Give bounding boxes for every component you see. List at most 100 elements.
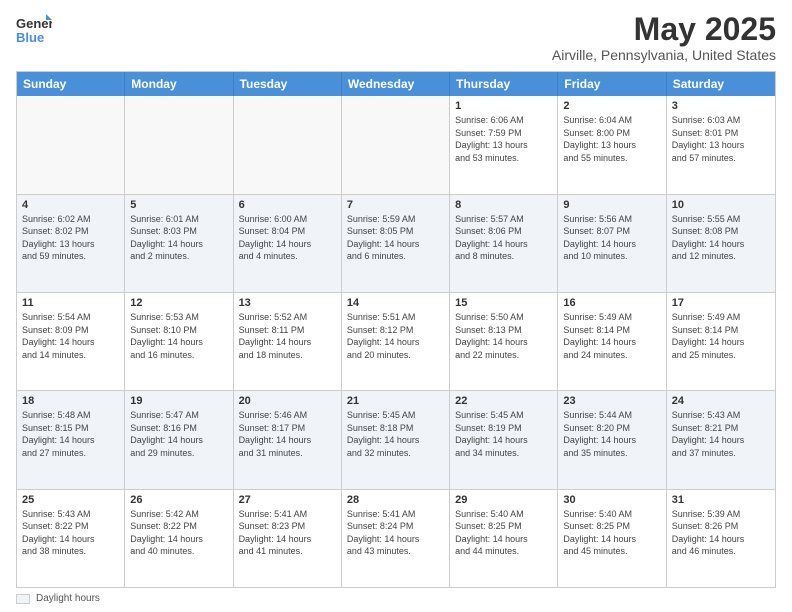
cal-cell: 29 Sunrise: 5:40 AMSunset: 8:25 PMDayligh… (450, 490, 558, 587)
cal-week-row: 25 Sunrise: 5:43 AMSunset: 8:22 PMDayligh… (17, 490, 775, 587)
day-info: Sunrise: 5:46 AMSunset: 8:17 PMDaylight:… (239, 409, 336, 459)
day-info: Sunrise: 6:06 AMSunset: 7:59 PMDaylight:… (455, 114, 552, 164)
cal-header-day: Saturday (667, 72, 775, 96)
day-info: Sunrise: 5:45 AMSunset: 8:19 PMDaylight:… (455, 409, 552, 459)
day-info: Sunrise: 5:53 AMSunset: 8:10 PMDaylight:… (130, 311, 227, 361)
day-number: 16 (563, 297, 660, 309)
day-number: 19 (130, 395, 227, 407)
cal-header-day: Sunday (17, 72, 125, 96)
cal-cell: 12 Sunrise: 5:53 AMSunset: 8:10 PMDayligh… (125, 293, 233, 390)
cal-cell: 5 Sunrise: 6:01 AMSunset: 8:03 PMDaylight… (125, 195, 233, 292)
day-number: 12 (130, 297, 227, 309)
day-number: 8 (455, 199, 552, 211)
day-number: 25 (22, 494, 119, 506)
svg-text:Blue: Blue (16, 30, 44, 45)
title-area: May 2025 Airville, Pennsylvania, United … (552, 12, 776, 63)
logo-icon: General Blue (16, 12, 52, 48)
day-info: Sunrise: 5:49 AMSunset: 8:14 PMDaylight:… (563, 311, 660, 361)
cal-cell: 11Sunrise: 5:54 AMSunset: 8:09 PMDayligh… (17, 293, 125, 390)
cal-cell: 13 Sunrise: 5:52 AMSunset: 8:11 PMDayligh… (234, 293, 342, 390)
day-number: 29 (455, 494, 552, 506)
cal-cell: 27Sunrise: 5:41 AMSunset: 8:23 PMDayligh… (234, 490, 342, 587)
day-number: 24 (672, 395, 770, 407)
main-title: May 2025 (552, 12, 776, 47)
cal-cell: 8 Sunrise: 5:57 AMSunset: 8:06 PMDaylight… (450, 195, 558, 292)
day-info: Sunrise: 5:42 AMSunset: 8:22 PMDaylight:… (130, 508, 227, 558)
day-info: Sunrise: 6:00 AMSunset: 8:04 PMDaylight:… (239, 213, 336, 263)
cal-week-row: 1Sunrise: 6:06 AMSunset: 7:59 PMDaylight… (17, 96, 775, 194)
day-number: 20 (239, 395, 336, 407)
subtitle: Airville, Pennsylvania, United States (552, 47, 776, 63)
cal-cell: 19 Sunrise: 5:47 AMSunset: 8:16 PMDayligh… (125, 391, 233, 488)
day-number: 14 (347, 297, 444, 309)
day-info: Sunrise: 5:49 AMSunset: 8:14 PMDaylight:… (672, 311, 770, 361)
cal-cell: 24 Sunrise: 5:43 AMSunset: 8:21 PMDayligh… (667, 391, 775, 488)
cal-cell: 7Sunrise: 5:59 AMSunset: 8:05 PMDaylight… (342, 195, 450, 292)
cal-cell: 30 Sunrise: 5:40 AMSunset: 8:25 PMDayligh… (558, 490, 666, 587)
day-number: 7 (347, 199, 444, 211)
cal-cell: 31 Sunrise: 5:39 AMSunset: 8:26 PMDayligh… (667, 490, 775, 587)
day-info: Sunrise: 5:56 AMSunset: 8:07 PMDaylight:… (563, 213, 660, 263)
day-number: 22 (455, 395, 552, 407)
cal-cell: 22 Sunrise: 5:45 AMSunset: 8:19 PMDayligh… (450, 391, 558, 488)
day-number: 2 (563, 100, 660, 112)
cal-header-day: Tuesday (234, 72, 342, 96)
day-number: 23 (563, 395, 660, 407)
day-info: Sunrise: 5:41 AMSunset: 8:23 PMDaylight:… (239, 508, 336, 558)
legend-label: Daylight hours (36, 593, 100, 604)
day-number: 6 (239, 199, 336, 211)
day-number: 30 (563, 494, 660, 506)
day-info: Sunrise: 5:40 AMSunset: 8:25 PMDaylight:… (563, 508, 660, 558)
day-info: Sunrise: 5:45 AMSunset: 8:18 PMDaylight:… (347, 409, 444, 459)
cal-header-day: Monday (125, 72, 233, 96)
day-number: 31 (672, 494, 770, 506)
calendar-header: SundayMondayTuesdayWednesdayThursdayFrid… (17, 72, 775, 96)
cal-week-row: 18 Sunrise: 5:48 AMSunset: 8:15 PMDayligh… (17, 391, 775, 489)
day-number: 13 (239, 297, 336, 309)
day-info: Sunrise: 5:44 AMSunset: 8:20 PMDaylight:… (563, 409, 660, 459)
day-number: 18 (22, 395, 119, 407)
day-number: 5 (130, 199, 227, 211)
day-number: 28 (347, 494, 444, 506)
day-info: Sunrise: 5:57 AMSunset: 8:06 PMDaylight:… (455, 213, 552, 263)
cal-cell-empty (17, 96, 125, 193)
day-info: Sunrise: 5:47 AMSunset: 8:16 PMDaylight:… (130, 409, 227, 459)
day-info: Sunrise: 6:01 AMSunset: 8:03 PMDaylight:… (130, 213, 227, 263)
cal-header-day: Friday (558, 72, 666, 96)
cal-cell: 28 Sunrise: 5:41 AMSunset: 8:24 PMDayligh… (342, 490, 450, 587)
cal-week-row: 4Sunrise: 6:02 AMSunset: 8:02 PMDaylight… (17, 195, 775, 293)
cal-week-row: 11Sunrise: 5:54 AMSunset: 8:09 PMDayligh… (17, 293, 775, 391)
day-info: Sunrise: 5:43 AMSunset: 8:21 PMDaylight:… (672, 409, 770, 459)
cal-cell: 6 Sunrise: 6:00 AMSunset: 8:04 PMDaylight… (234, 195, 342, 292)
day-info: Sunrise: 5:43 AMSunset: 8:22 PMDaylight:… (22, 508, 119, 558)
day-info: Sunrise: 5:52 AMSunset: 8:11 PMDaylight:… (239, 311, 336, 361)
day-number: 17 (672, 297, 770, 309)
page: General Blue May 2025 Airville, Pennsylv… (0, 0, 792, 612)
day-info: Sunrise: 5:39 AMSunset: 8:26 PMDaylight:… (672, 508, 770, 558)
day-number: 4 (22, 199, 119, 211)
footer: Daylight hours (16, 593, 776, 604)
day-info: Sunrise: 5:41 AMSunset: 8:24 PMDaylight:… (347, 508, 444, 558)
cal-cell: 15Sunrise: 5:50 AMSunset: 8:13 PMDayligh… (450, 293, 558, 390)
day-number: 9 (563, 199, 660, 211)
day-info: Sunrise: 5:50 AMSunset: 8:13 PMDaylight:… (455, 311, 552, 361)
cal-cell: 20 Sunrise: 5:46 AMSunset: 8:17 PMDayligh… (234, 391, 342, 488)
cal-cell: 1Sunrise: 6:06 AMSunset: 7:59 PMDaylight… (450, 96, 558, 193)
cal-cell: 2Sunrise: 6:04 AMSunset: 8:00 PMDaylight… (558, 96, 666, 193)
day-info: Sunrise: 5:40 AMSunset: 8:25 PMDaylight:… (455, 508, 552, 558)
cal-cell: 16 Sunrise: 5:49 AMSunset: 8:14 PMDayligh… (558, 293, 666, 390)
cal-cell: 14 Sunrise: 5:51 AMSunset: 8:12 PMDayligh… (342, 293, 450, 390)
cal-cell: 26Sunrise: 5:42 AMSunset: 8:22 PMDayligh… (125, 490, 233, 587)
day-info: Sunrise: 5:54 AMSunset: 8:09 PMDaylight:… (22, 311, 119, 361)
cal-cell-empty (342, 96, 450, 193)
day-info: Sunrise: 5:48 AMSunset: 8:15 PMDaylight:… (22, 409, 119, 459)
cal-cell-empty (234, 96, 342, 193)
cal-header-day: Thursday (450, 72, 558, 96)
cal-cell: 17 Sunrise: 5:49 AMSunset: 8:14 PMDayligh… (667, 293, 775, 390)
cal-cell: 25 Sunrise: 5:43 AMSunset: 8:22 PMDayligh… (17, 490, 125, 587)
cal-cell: 23 Sunrise: 5:44 AMSunset: 8:20 PMDayligh… (558, 391, 666, 488)
day-info: Sunrise: 5:51 AMSunset: 8:12 PMDaylight:… (347, 311, 444, 361)
cal-cell: 10Sunrise: 5:55 AMSunset: 8:08 PMDayligh… (667, 195, 775, 292)
day-number: 3 (672, 100, 770, 112)
header: General Blue May 2025 Airville, Pennsylv… (16, 12, 776, 63)
